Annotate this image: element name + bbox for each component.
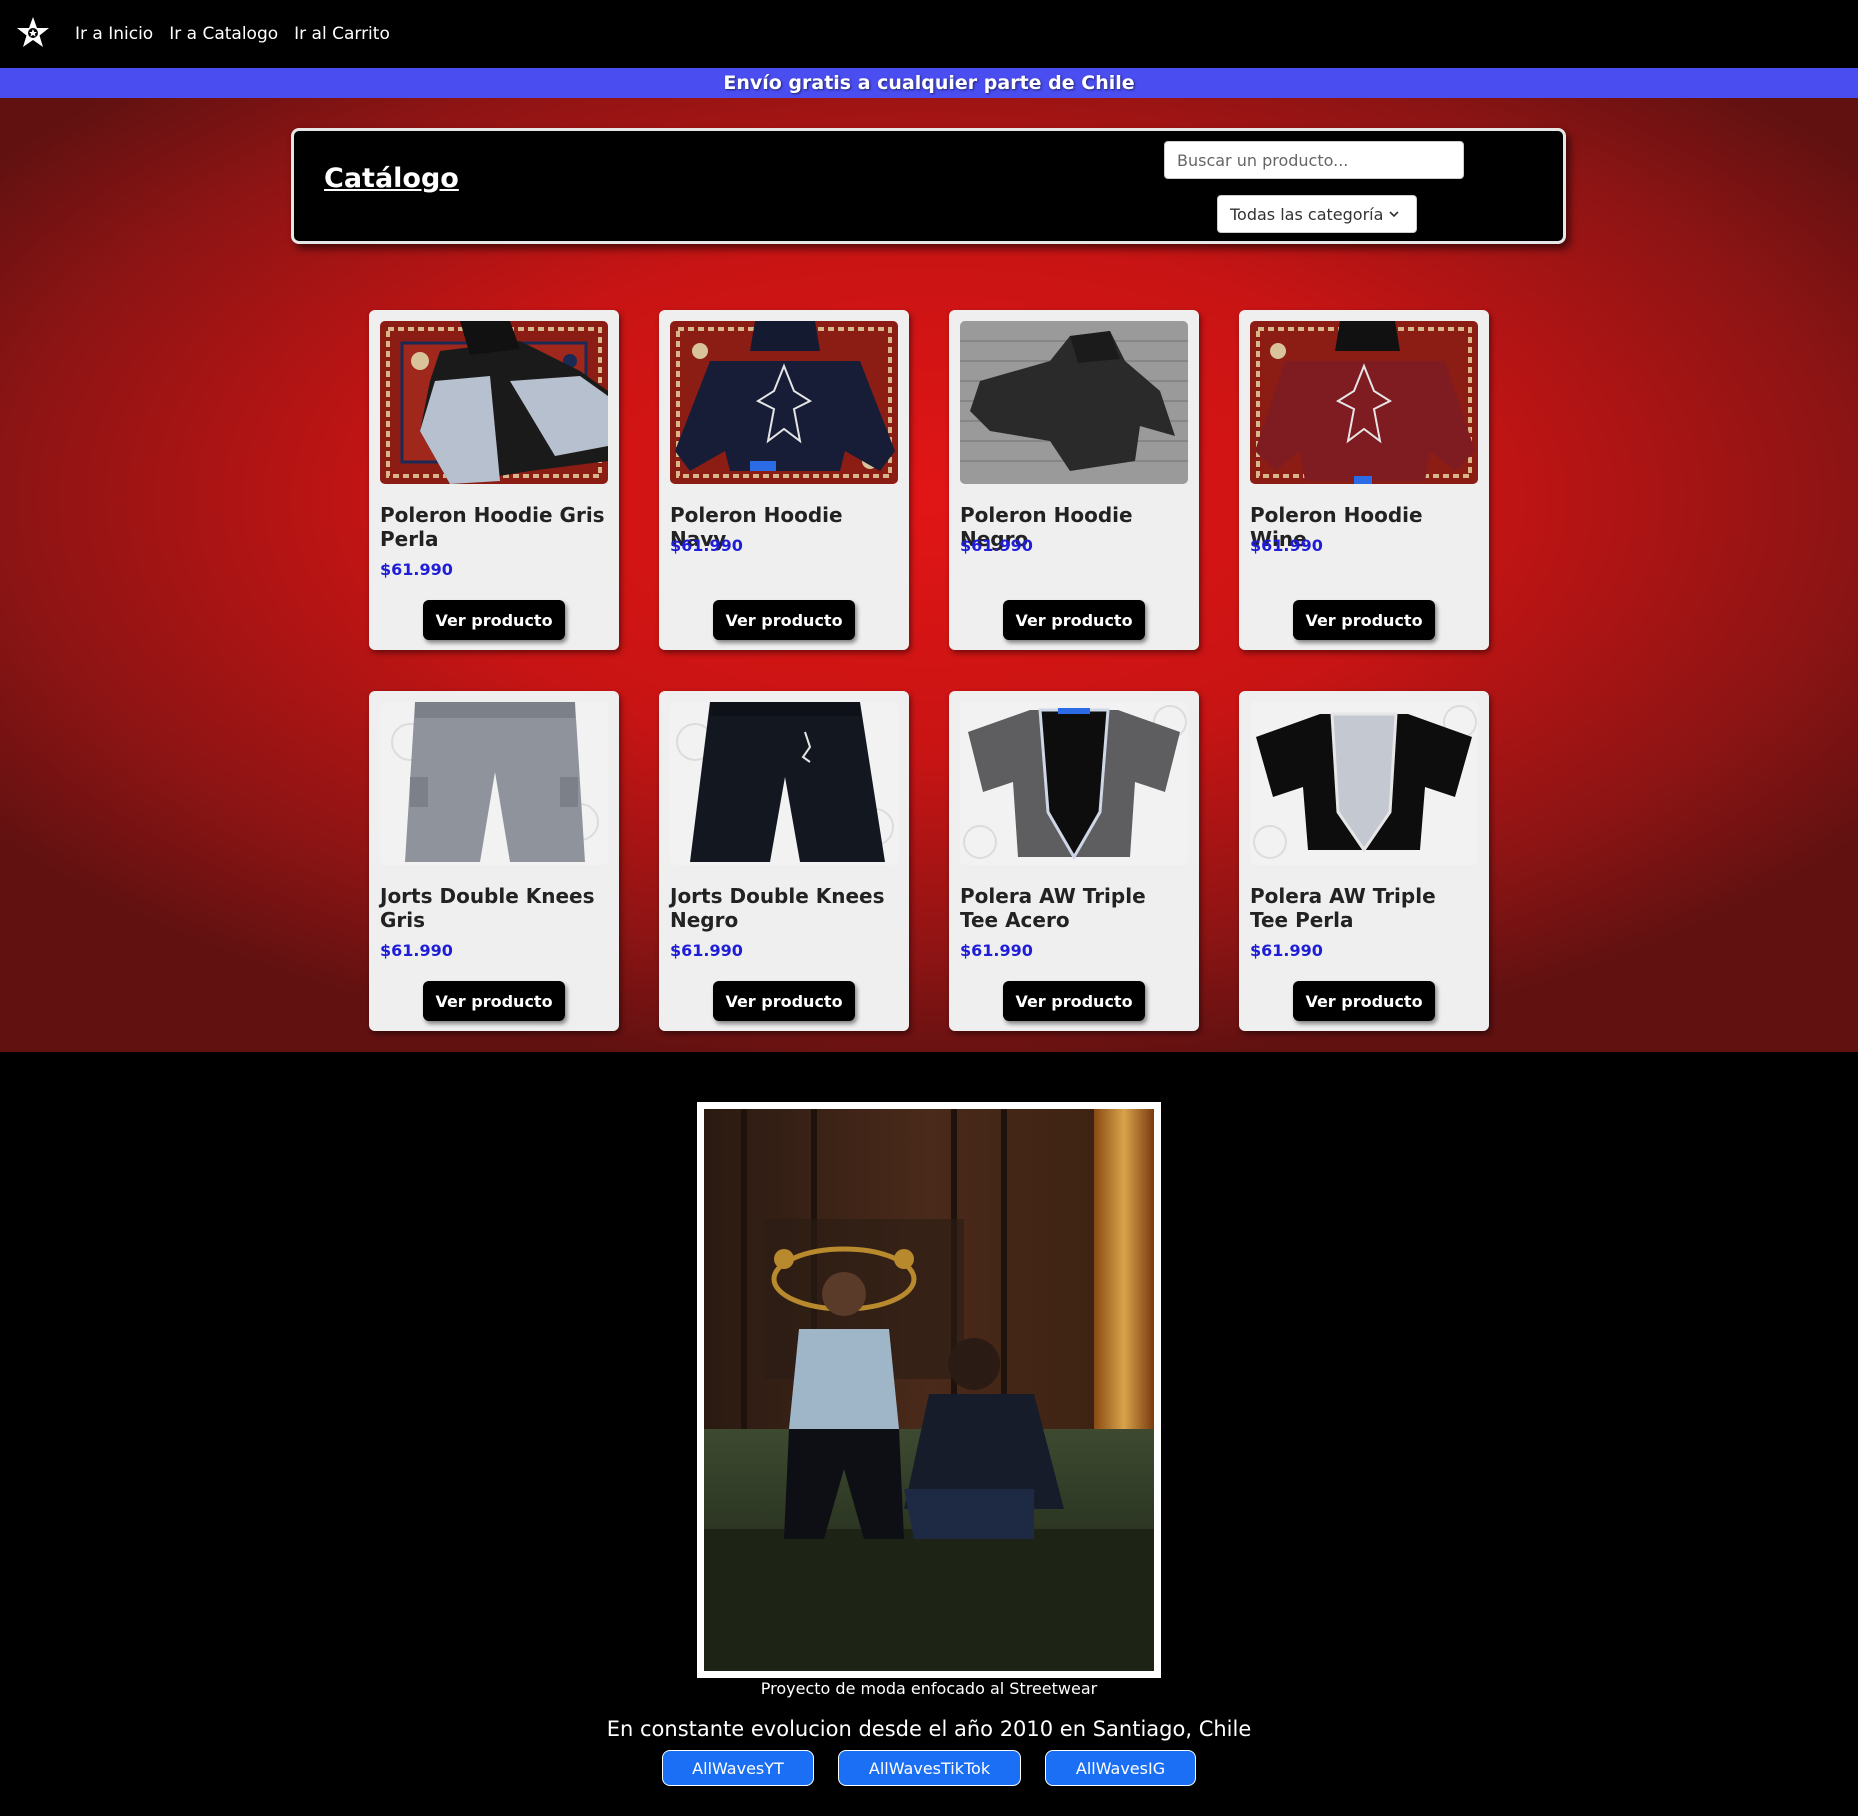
social-instagram-button[interactable]: AllWavesIG [1045, 1750, 1196, 1786]
product-name: Jorts Double Knees Gris [380, 884, 595, 932]
view-product-button[interactable]: Ver producto [1293, 600, 1435, 640]
product-price: $61.990 [960, 941, 1033, 960]
product-card[interactable]: Poleron Hoodie Wine $61.990 Ver producto [1239, 310, 1489, 650]
catalog-section: Catálogo Todas las categorías Poleron Ho… [0, 98, 1858, 1052]
product-name: Polera AW Triple Tee Perla [1250, 884, 1436, 932]
search-input[interactable] [1164, 141, 1464, 179]
star-badge-icon[interactable] [16, 16, 50, 50]
chevron-down-icon [1389, 211, 1399, 218]
product-price: $61.990 [1250, 941, 1323, 960]
view-product-button[interactable]: Ver producto [423, 981, 565, 1021]
nav-link-carrito[interactable]: Ir al Carrito [294, 24, 390, 44]
product-price: $61.990 [380, 941, 453, 960]
product-card[interactable]: Jorts Double Knees Negro $61.990 Ver pro… [659, 691, 909, 1031]
product-name: Poleron Hoodie Gris Perla [380, 503, 605, 551]
nav-links: Ir a Inicio Ir a Catalogo Ir al Carrito [75, 0, 390, 68]
view-product-button[interactable]: Ver producto [713, 981, 855, 1021]
nav-link-catalogo[interactable]: Ir a Catalogo [169, 24, 278, 44]
product-card[interactable]: Poleron Hoodie Negro $61.990 Ver product… [949, 310, 1199, 650]
category-selected-value: Todas las categorías [1230, 204, 1382, 224]
product-image[interactable] [960, 321, 1188, 484]
product-image[interactable] [380, 702, 608, 865]
product-price: $61.990 [380, 560, 453, 579]
navbar: Ir a Inicio Ir a Catalogo Ir al Carrito [0, 0, 1858, 68]
promo-text: Envío gratis a cualquier parte de Chile [723, 72, 1135, 94]
footer-photo-frame [697, 1102, 1161, 1678]
product-price: $61.990 [670, 536, 743, 555]
catalog-header: Catálogo Todas las categorías [291, 128, 1566, 244]
footer-slogan: En constante evolucion desde el año 2010… [606, 1717, 1252, 1741]
product-card[interactable]: Poleron Hoodie Navy $61.990 Ver producto [659, 310, 909, 650]
product-image[interactable] [670, 321, 898, 484]
product-card[interactable]: Poleron Hoodie Gris Perla $61.990 Ver pr… [369, 310, 619, 650]
product-image[interactable] [960, 702, 1188, 865]
product-name: Polera AW Triple Tee Acero [960, 884, 1146, 932]
product-image[interactable] [380, 321, 608, 484]
product-price: $61.990 [1250, 536, 1323, 555]
view-product-button[interactable]: Ver producto [423, 600, 565, 640]
nav-link-inicio[interactable]: Ir a Inicio [75, 24, 153, 44]
category-select[interactable]: Todas las categorías [1217, 195, 1417, 233]
promo-banner: Envío gratis a cualquier parte de Chile [0, 68, 1858, 98]
product-price: $61.990 [960, 536, 1033, 555]
product-name: Jorts Double Knees Negro [670, 884, 885, 932]
product-grid: Poleron Hoodie Gris Perla $61.990 Ver pr… [369, 310, 1489, 1031]
view-product-button[interactable]: Ver producto [1003, 600, 1145, 640]
social-youtube-button[interactable]: AllWavesYT [662, 1750, 814, 1786]
product-image[interactable] [1250, 702, 1478, 865]
product-card[interactable]: Jorts Double Knees Gris $61.990 Ver prod… [369, 691, 619, 1031]
social-tiktok-button[interactable]: AllWavesTikTok [838, 1750, 1021, 1786]
product-card[interactable]: Polera AW Triple Tee Acero $61.990 Ver p… [949, 691, 1199, 1031]
view-product-button[interactable]: Ver producto [713, 600, 855, 640]
view-product-button[interactable]: Ver producto [1293, 981, 1435, 1021]
page-title: Catálogo [324, 163, 459, 194]
view-product-button[interactable]: Ver producto [1003, 981, 1145, 1021]
product-price: $61.990 [670, 941, 743, 960]
product-image[interactable] [1250, 321, 1478, 484]
footer-caption: Proyecto de moda enfocado al Streetwear [760, 1679, 1098, 1698]
campaign-photo [704, 1109, 1154, 1671]
product-card[interactable]: Polera AW Triple Tee Perla $61.990 Ver p… [1239, 691, 1489, 1031]
product-image[interactable] [670, 702, 898, 865]
